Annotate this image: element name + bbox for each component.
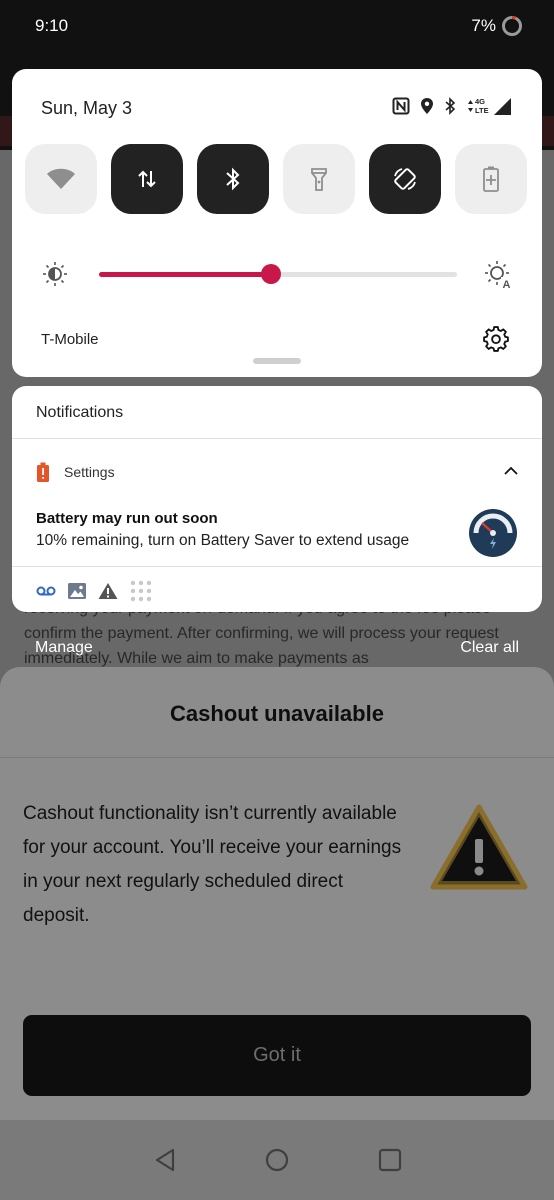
flashlight-tile[interactable] bbox=[283, 144, 355, 214]
divider bbox=[0, 757, 554, 758]
svg-text:LTE: LTE bbox=[475, 106, 489, 115]
qs-status-icons: 4G LTE bbox=[392, 95, 512, 117]
notification-app-row[interactable]: Settings bbox=[36, 462, 115, 482]
flashlight-icon bbox=[311, 168, 327, 191]
more-apps-icon bbox=[130, 580, 152, 602]
clear-all-button[interactable]: Clear all bbox=[460, 639, 519, 657]
divider bbox=[12, 438, 542, 439]
battery-saver-icon bbox=[483, 166, 499, 192]
wifi-tile[interactable] bbox=[25, 144, 97, 214]
image-icon bbox=[68, 583, 86, 599]
got-it-button[interactable]: Got it bbox=[23, 1015, 531, 1096]
voicemail-icon bbox=[36, 586, 56, 596]
mobile-data-icon bbox=[138, 170, 156, 188]
dialog-message: Cashout functionality isn’t currently av… bbox=[23, 803, 402, 926]
auto-brightness-icon[interactable]: A bbox=[483, 259, 513, 289]
battery-saver-tile[interactable] bbox=[455, 144, 527, 214]
svg-text:4G: 4G bbox=[475, 97, 485, 106]
bluetooth-icon bbox=[226, 167, 240, 191]
brightness-fill bbox=[99, 272, 271, 277]
divider bbox=[12, 566, 542, 567]
qs-date: Sun, May 3 bbox=[41, 98, 133, 118]
auto-rotate-icon bbox=[394, 168, 416, 190]
location-icon bbox=[421, 98, 433, 114]
quick-settings-panel: Sun, May 3 4G LTE A T-Mobile bbox=[12, 69, 542, 377]
qs-drag-handle[interactable] bbox=[253, 358, 301, 364]
wifi-icon bbox=[47, 168, 75, 189]
battery-alert-icon bbox=[37, 462, 49, 482]
status-bar: 9:10 7% bbox=[0, 0, 554, 52]
home-icon[interactable] bbox=[263, 1146, 291, 1174]
back-icon[interactable] bbox=[151, 1146, 179, 1174]
notification-text[interactable]: 10% remaining, turn on Battery Saver to … bbox=[36, 532, 409, 550]
navigation-bar bbox=[0, 1120, 554, 1200]
warning-triangle-icon bbox=[430, 804, 528, 890]
settings-gear-icon[interactable] bbox=[483, 326, 509, 352]
notification-app-name: Settings bbox=[64, 464, 115, 480]
carrier-name: T-Mobile bbox=[41, 331, 99, 348]
notifications-header: Notifications bbox=[36, 404, 124, 421]
brightness-slider-thumb[interactable] bbox=[260, 264, 281, 284]
battery-ring-icon bbox=[502, 16, 522, 36]
chevron-up-icon[interactable] bbox=[504, 466, 518, 476]
collapsed-notification-icons[interactable] bbox=[36, 580, 152, 602]
battery-percentage: 7% bbox=[471, 16, 496, 35]
svg-text:F: F bbox=[505, 534, 509, 540]
svg-text:E: E bbox=[477, 534, 481, 540]
svg-text:A: A bbox=[503, 279, 511, 289]
notifications-card: Notifications Settings Battery may run o… bbox=[12, 386, 542, 612]
auto-rotate-tile[interactable] bbox=[369, 144, 441, 214]
recents-icon[interactable] bbox=[376, 1146, 404, 1174]
warning-icon bbox=[98, 583, 118, 599]
lte-signal-icon: 4G LTE bbox=[468, 97, 511, 115]
cashout-dialog: Cashout unavailable Cashout functionalit… bbox=[0, 667, 554, 1120]
dialog-title: Cashout unavailable bbox=[170, 701, 384, 726]
fuel-gauge-icon: E F bbox=[469, 509, 517, 557]
notification-title[interactable]: Battery may run out soon bbox=[36, 510, 218, 527]
mobile-data-tile[interactable] bbox=[111, 144, 183, 214]
nfc-icon bbox=[392, 97, 410, 115]
status-time: 9:10 bbox=[35, 16, 69, 35]
bluetooth-tile[interactable] bbox=[197, 144, 269, 214]
manage-button[interactable]: Manage bbox=[35, 639, 93, 657]
brightness-low-icon bbox=[43, 262, 67, 286]
brightness-control: A bbox=[41, 257, 513, 291]
bluetooth-status-icon bbox=[445, 97, 456, 115]
